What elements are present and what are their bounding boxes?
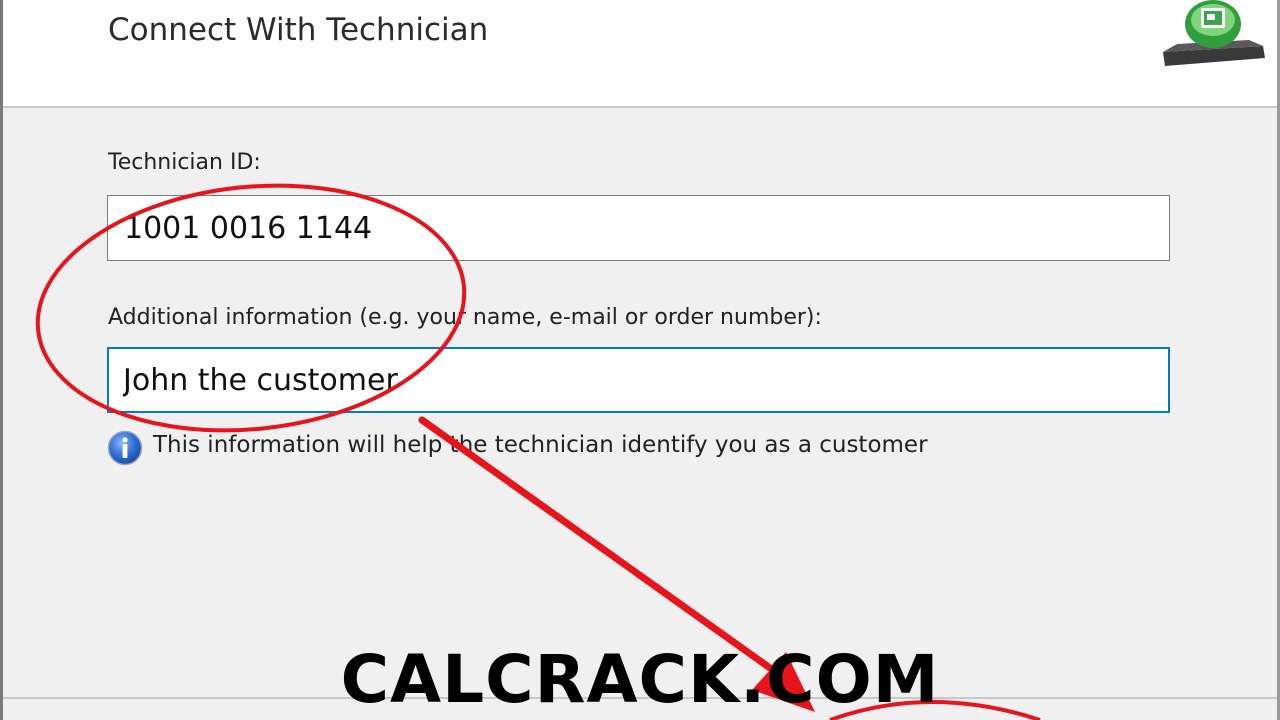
dialog-header: Connect With Technician (3, 0, 1277, 106)
header-divider (3, 106, 1277, 108)
customer-hint-text: This information will help the technicia… (153, 432, 928, 458)
dialog-title: Connect With Technician (108, 12, 489, 48)
watermark-text: CALCRACK.COM (340, 641, 940, 718)
remote-support-monitor-icon (1163, 0, 1265, 66)
window-left-border (0, 0, 3, 720)
connect-with-technician-dialog: Connect With Technician Technician ID: A… (0, 0, 1280, 720)
technician-id-field[interactable] (107, 195, 1170, 261)
additional-info-field[interactable] (107, 347, 1170, 413)
technician-id-label: Technician ID: (108, 150, 261, 175)
info-icon (107, 430, 143, 466)
additional-info-label: Additional information (e.g. your name, … (108, 305, 822, 330)
